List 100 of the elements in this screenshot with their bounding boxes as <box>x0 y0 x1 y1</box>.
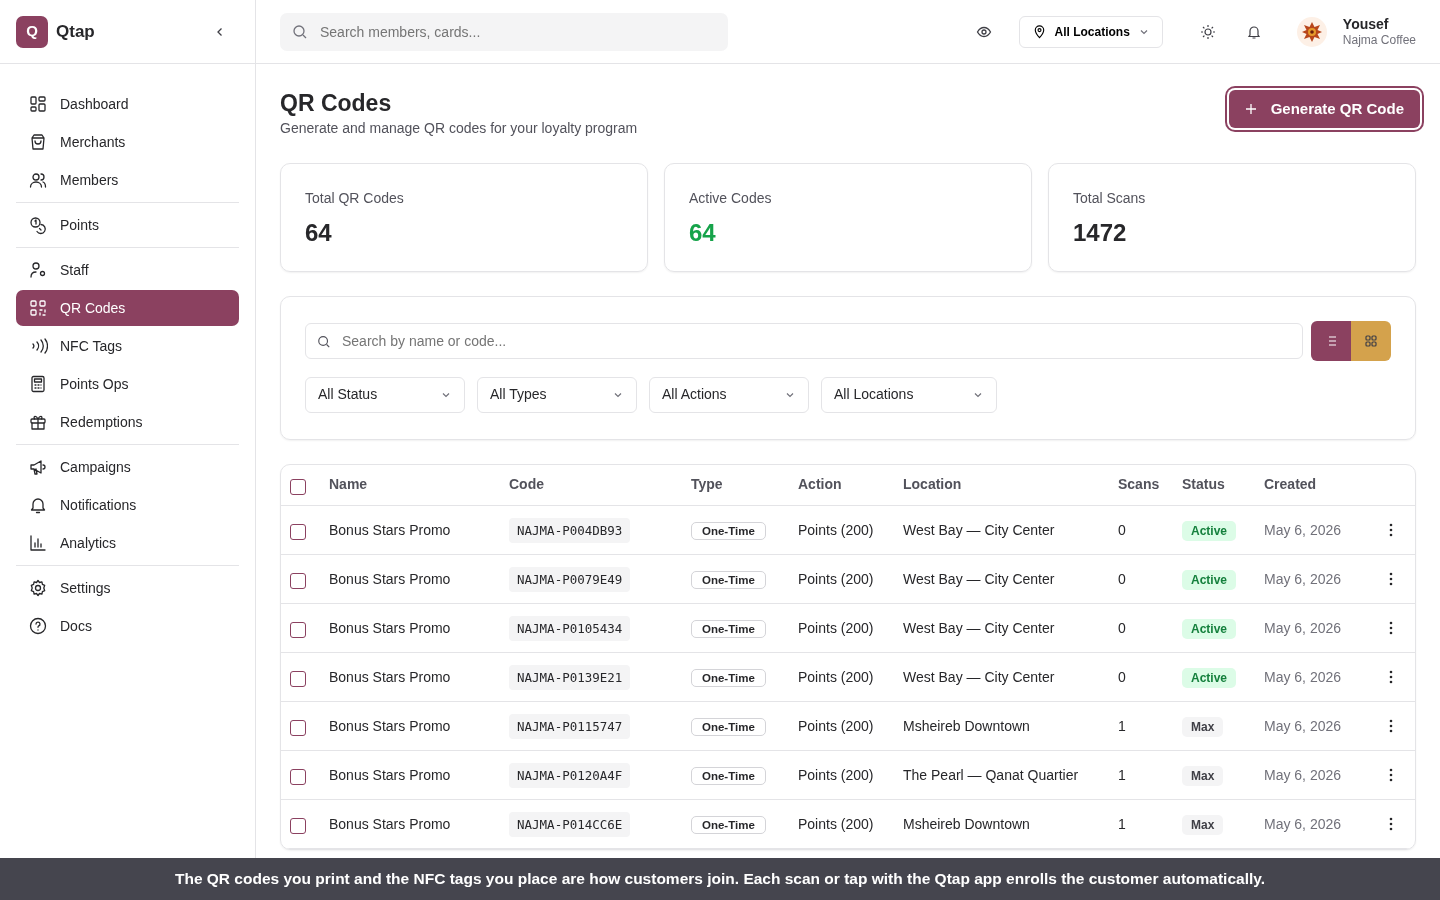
status-badge: Max <box>1182 814 1224 835</box>
type-badge: One-Time <box>691 717 766 736</box>
nav-item[interactable]: Staff <box>16 252 239 288</box>
organization-name: Najma Coffee <box>1342 32 1416 48</box>
code-cell: NAJMA-P0115747 <box>509 713 631 739</box>
chart-icon <box>28 533 48 553</box>
filter-dropdown[interactable]: All Types <box>477 376 637 413</box>
location-dropdown[interactable]: All Locations <box>1018 15 1163 48</box>
filter-dropdown[interactable]: All Locations <box>821 376 997 413</box>
type-badge: One-Time <box>691 668 766 687</box>
type-badge: One-Time <box>691 521 766 540</box>
table-cell: Bonus Stars Promo <box>329 815 451 832</box>
code-cell: NAJMA-P004DB93 <box>509 517 631 543</box>
table-cell: 0 <box>1118 570 1126 587</box>
table-cell: Points (200) <box>798 570 874 587</box>
nav-item[interactable]: Settings <box>16 570 239 606</box>
code-cell: NAJMA-P0139E21 <box>509 664 631 690</box>
table-cell: Bonus Stars Promo <box>329 619 451 636</box>
table-cell: Bonus Stars Promo <box>329 521 451 538</box>
row-checkbox[interactable] <box>290 524 306 541</box>
help-icon <box>28 616 48 636</box>
table-cell: The Pearl — Qanat Quartier <box>903 766 1079 783</box>
row-checkbox[interactable] <box>290 818 306 835</box>
table-cell: Points (200) <box>798 815 874 832</box>
stat-value: 64 <box>689 217 717 248</box>
nav-item[interactable]: Dashboard <box>16 86 239 122</box>
more-icon <box>1389 719 1393 734</box>
nav-item[interactable]: Points <box>16 207 239 243</box>
nav-item[interactable]: Merchants <box>16 124 239 160</box>
table-cell: West Bay — City Center <box>903 570 1055 587</box>
more-icon <box>1389 670 1393 685</box>
column-header: Status <box>1182 476 1225 493</box>
table-cell: 1 <box>1118 766 1126 783</box>
nav-item[interactable]: Docs <box>16 608 239 644</box>
table-cell: Bonus Stars Promo <box>329 766 451 783</box>
view-toggle-button[interactable] <box>1311 320 1351 361</box>
nav-item[interactable]: Redemptions <box>16 404 239 440</box>
table-cell: Msheireb Downtown <box>903 717 1030 734</box>
filter-search-field[interactable]: Search by name or code... <box>305 322 1303 359</box>
type-badge: One-Time <box>691 619 766 638</box>
table-cell: May 6, 2026 <box>1264 521 1342 538</box>
view-toggle-button[interactable] <box>1351 320 1391 361</box>
type-badge: One-Time <box>691 766 766 785</box>
table-cell: 1 <box>1118 815 1126 832</box>
table-cell: 0 <box>1118 668 1126 685</box>
code-cell: NAJMA-P0105434 <box>509 615 631 641</box>
caption-banner: The QR codes you print and the NFC tags you place are how customers join. Each scan or tap with the Qtap app enrolls the customer automatically. <box>0 858 1440 900</box>
sun-icon <box>1199 23 1216 40</box>
table-cell: May 6, 2026 <box>1264 570 1342 587</box>
row-checkbox[interactable] <box>290 573 306 590</box>
type-badge: One-Time <box>691 815 766 834</box>
table-cell: Bonus Stars Promo <box>329 717 451 734</box>
column-header: Type <box>691 476 723 493</box>
table-cell: 0 <box>1118 521 1126 538</box>
bell-icon <box>28 495 48 515</box>
column-header: Code <box>509 476 544 493</box>
stat-label: Active Codes <box>689 188 773 208</box>
calculator-icon <box>28 374 48 394</box>
status-badge: Active <box>1182 618 1237 639</box>
status-badge: Max <box>1182 716 1224 737</box>
nav-item[interactable]: Notifications <box>16 487 239 523</box>
nav-item[interactable]: Analytics <box>16 525 239 561</box>
nav-item[interactable]: QR Codes <box>16 290 239 326</box>
users-icon <box>28 170 48 190</box>
row-checkbox[interactable] <box>290 720 306 737</box>
search-icon <box>292 23 308 40</box>
table-cell: Points (200) <box>798 619 874 636</box>
bell-icon <box>1245 23 1262 40</box>
more-icon <box>1389 621 1393 636</box>
table-cell: Bonus Stars Promo <box>329 570 451 587</box>
grid-icon <box>28 94 48 114</box>
table-cell: West Bay — City Center <box>903 619 1055 636</box>
status-badge: Active <box>1182 520 1237 541</box>
nav-item[interactable]: Points Ops <box>16 366 239 402</box>
row-checkbox[interactable] <box>290 622 306 639</box>
search-field[interactable]: Search members, cards... <box>280 12 728 51</box>
table-cell: May 6, 2026 <box>1264 668 1342 685</box>
page-title: QR Codes <box>280 90 393 118</box>
column-header: Name <box>329 476 368 493</box>
code-cell: NAJMA-P014CC6E <box>509 811 631 837</box>
code-cell: NAJMA-P0120A4F <box>509 762 631 788</box>
row-checkbox[interactable] <box>290 671 306 688</box>
nav-item[interactable]: Members <box>16 162 239 198</box>
status-badge: Active <box>1182 569 1237 590</box>
avatar[interactable] <box>1296 16 1327 47</box>
table-cell: Points (200) <box>798 717 874 734</box>
status-badge: Active <box>1182 667 1237 688</box>
filter-dropdown[interactable]: All Status <box>305 376 465 413</box>
gear-icon <box>28 578 48 598</box>
table-cell: May 6, 2026 <box>1264 815 1342 832</box>
row-checkbox[interactable] <box>290 769 306 786</box>
nav-item[interactable]: NFC Tags <box>16 328 239 364</box>
grid-icon <box>1363 332 1379 349</box>
user-gear-icon <box>28 260 48 280</box>
filter-dropdown[interactable]: All Actions <box>649 376 809 413</box>
nav-item[interactable]: Campaigns <box>16 449 239 485</box>
select-all-checkbox[interactable] <box>290 478 306 495</box>
more-icon <box>1389 523 1393 538</box>
stat-value: 1472 <box>1073 217 1128 248</box>
status-badge: Max <box>1182 765 1224 786</box>
